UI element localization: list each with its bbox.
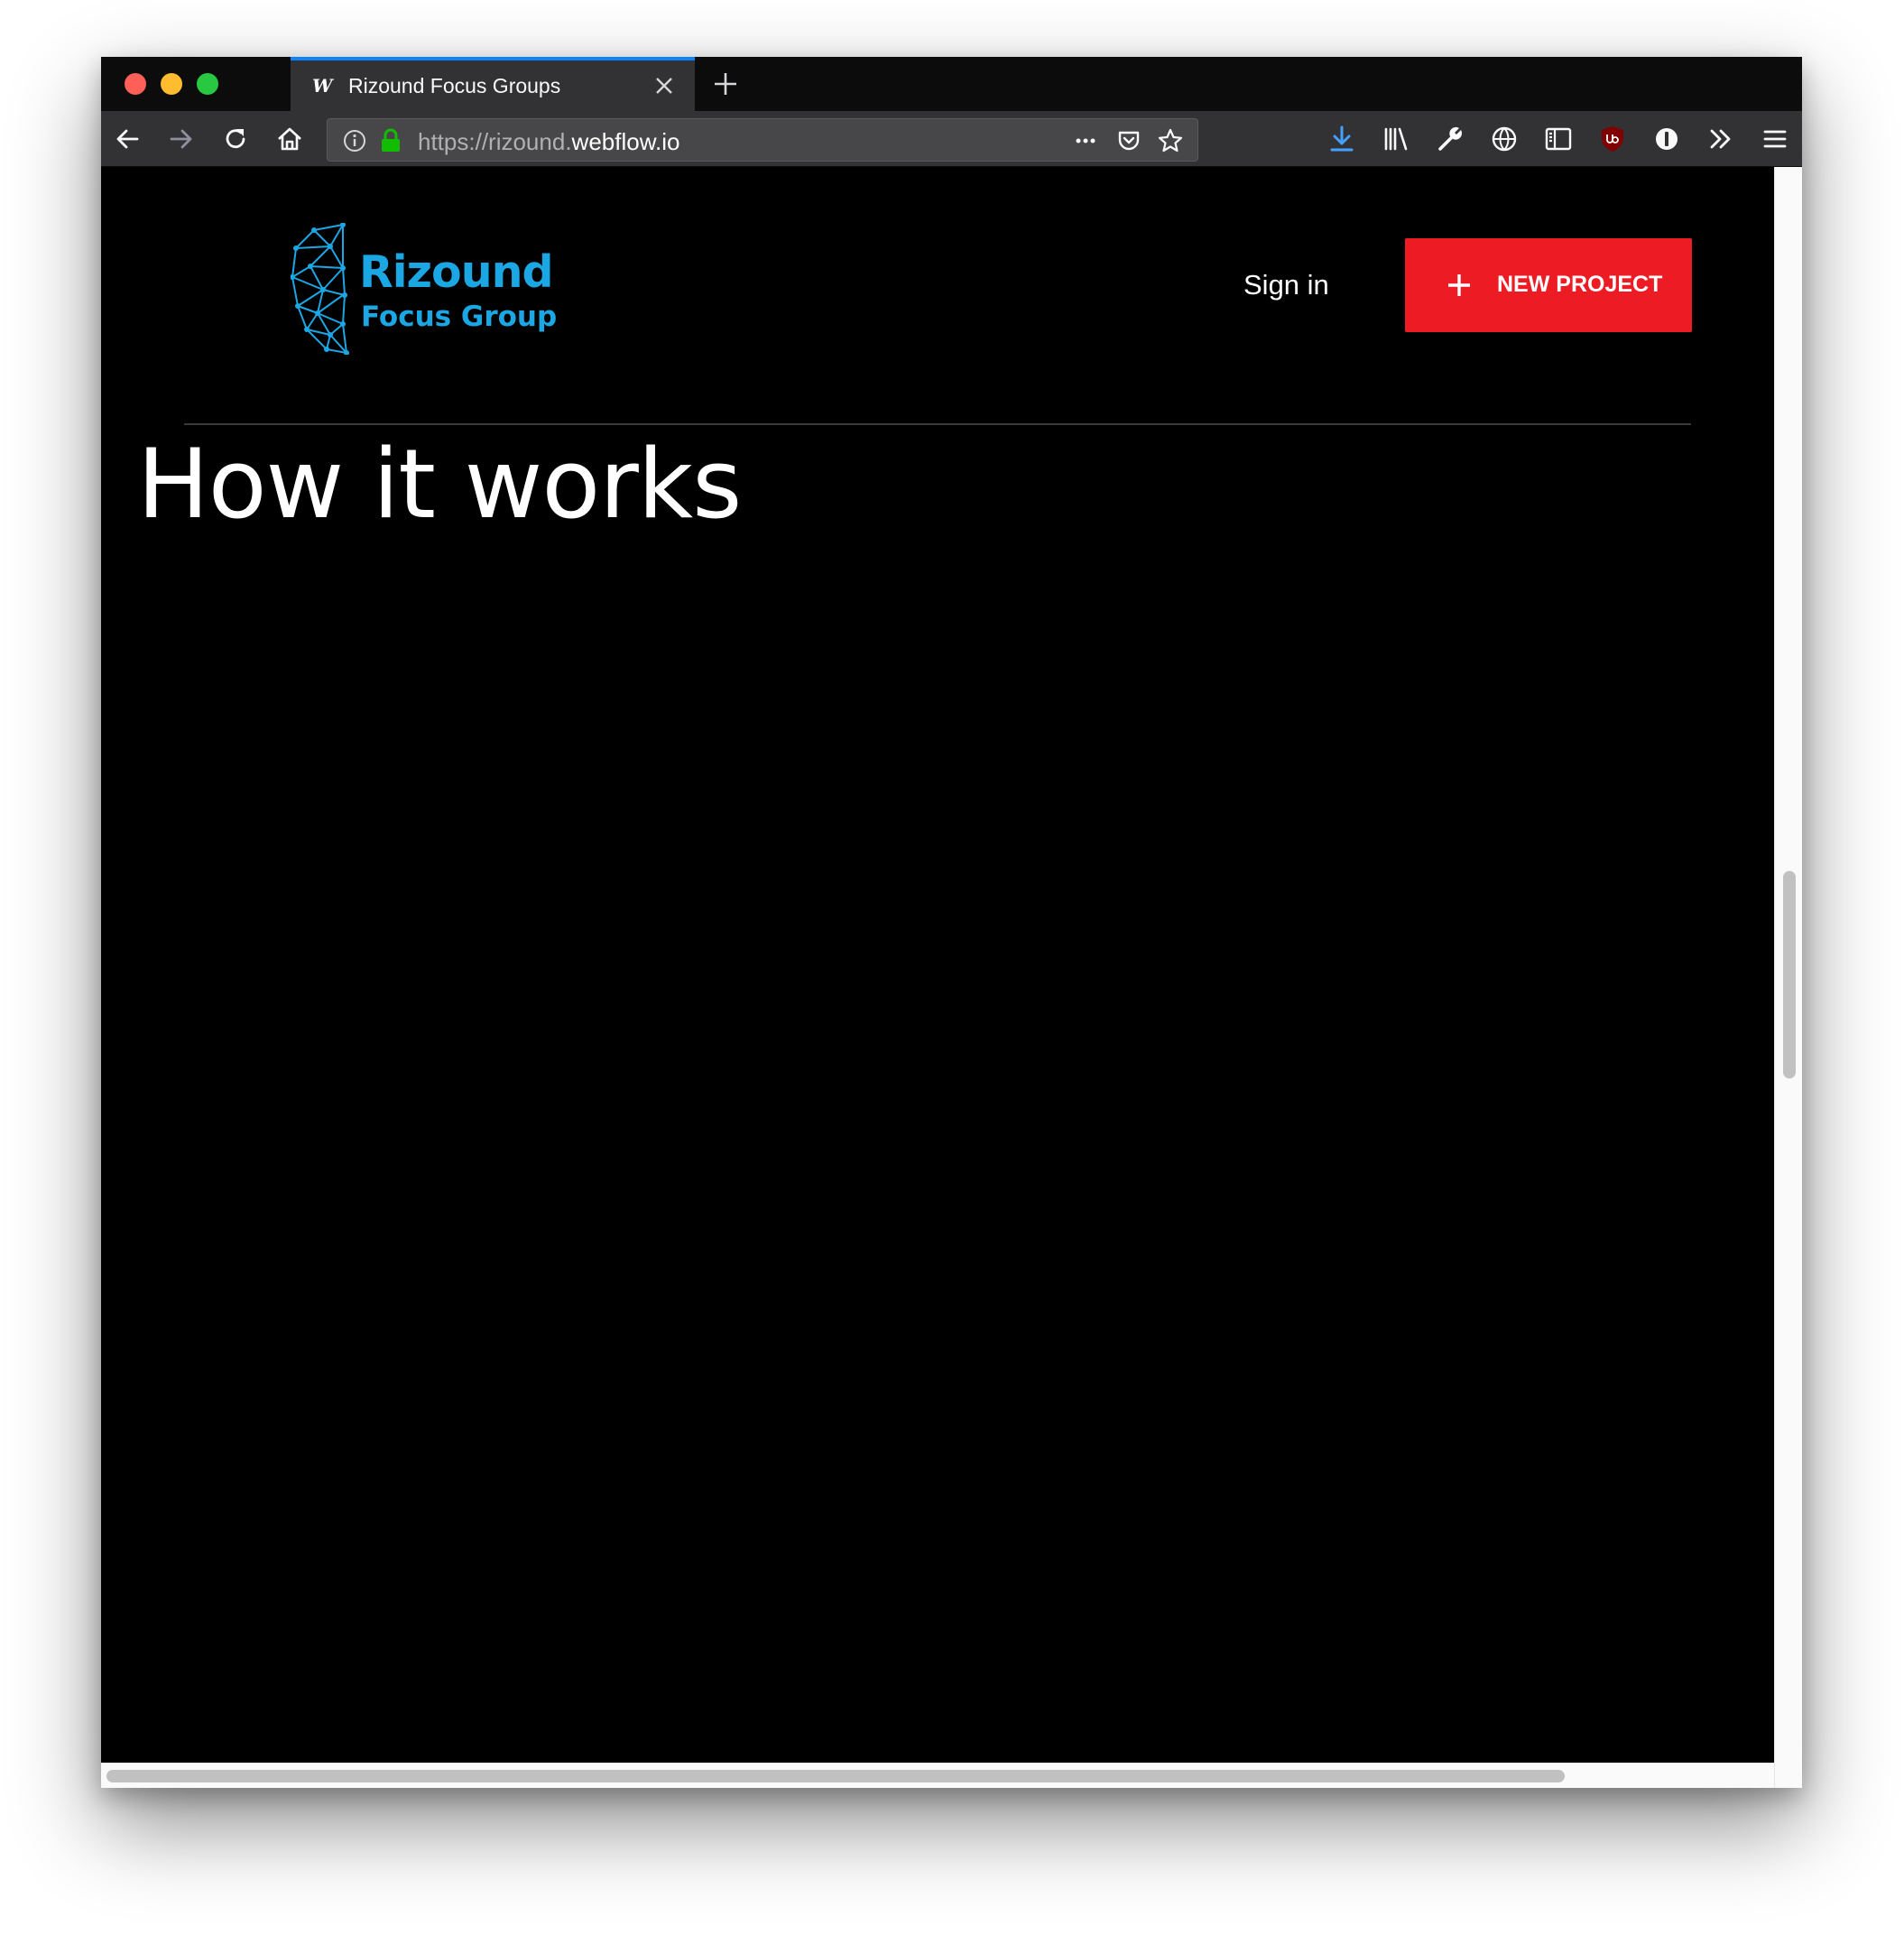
new-project-button[interactable]: NEW PROJECT bbox=[1405, 238, 1692, 332]
logo-subtitle[interactable]: Focus Group bbox=[361, 301, 557, 333]
forward-arrow-icon[interactable] bbox=[166, 124, 197, 154]
browser-window: W Rizound Focus Groups https://rizound.w… bbox=[101, 57, 1802, 1788]
new-project-label: NEW PROJECT bbox=[1497, 272, 1663, 297]
back-arrow-icon[interactable] bbox=[112, 124, 143, 154]
url-prefix: https://rizound. bbox=[418, 128, 572, 155]
url-domain: webflow.io bbox=[571, 128, 680, 155]
face-network-logo-icon[interactable] bbox=[291, 223, 354, 355]
info-icon[interactable] bbox=[342, 128, 367, 153]
plus-icon bbox=[1448, 274, 1470, 296]
vertical-scrollbar[interactable] bbox=[1774, 167, 1802, 1788]
wrench-icon[interactable] bbox=[1435, 124, 1465, 154]
close-window-button[interactable] bbox=[125, 73, 146, 95]
globe-icon[interactable] bbox=[1489, 124, 1520, 154]
bookmark-star-icon[interactable] bbox=[1158, 128, 1183, 153]
webflow-favicon-icon: W bbox=[312, 75, 333, 97]
sign-in-link[interactable]: Sign in bbox=[1243, 269, 1329, 301]
navigation-toolbar: https://rizound.webflow.io bbox=[101, 111, 1802, 167]
reload-icon[interactable] bbox=[220, 124, 251, 154]
vertical-scroll-thumb[interactable] bbox=[1783, 871, 1796, 1079]
new-tab-icon[interactable] bbox=[711, 69, 740, 98]
horizontal-scrollbar[interactable] bbox=[101, 1763, 1774, 1788]
lock-icon[interactable] bbox=[378, 128, 403, 153]
more-dots-icon[interactable] bbox=[1073, 128, 1098, 153]
browser-tab[interactable]: W Rizound Focus Groups bbox=[291, 57, 695, 111]
url-text[interactable]: https://rizound.webflow.io bbox=[418, 128, 680, 156]
page-heading: How it works bbox=[137, 429, 742, 540]
hamburger-menu-icon[interactable] bbox=[1760, 124, 1790, 154]
minimize-window-button[interactable] bbox=[161, 73, 182, 95]
horizontal-scroll-thumb[interactable] bbox=[106, 1770, 1565, 1782]
sidebar-icon[interactable] bbox=[1543, 124, 1574, 154]
tab-title: Rizound Focus Groups bbox=[348, 74, 561, 97]
address-bar[interactable]: https://rizound.webflow.io bbox=[327, 118, 1198, 162]
pocket-icon[interactable] bbox=[1116, 128, 1141, 153]
download-icon[interactable] bbox=[1326, 124, 1357, 154]
close-tab-icon[interactable] bbox=[653, 75, 675, 97]
password-manager-icon[interactable] bbox=[1651, 124, 1682, 154]
overflow-chevrons-icon[interactable] bbox=[1705, 124, 1736, 154]
tab-strip: W Rizound Focus Groups bbox=[101, 57, 1802, 111]
header-divider bbox=[184, 423, 1691, 425]
library-icon[interactable] bbox=[1381, 124, 1411, 154]
ublock-icon[interactable] bbox=[1597, 124, 1628, 154]
home-icon[interactable] bbox=[274, 124, 305, 154]
maximize-window-button[interactable] bbox=[197, 73, 218, 95]
logo-wordmark[interactable]: Rizound bbox=[359, 246, 554, 298]
page-content: Rizound Focus Group Sign in NEW PROJECT … bbox=[101, 167, 1774, 1763]
